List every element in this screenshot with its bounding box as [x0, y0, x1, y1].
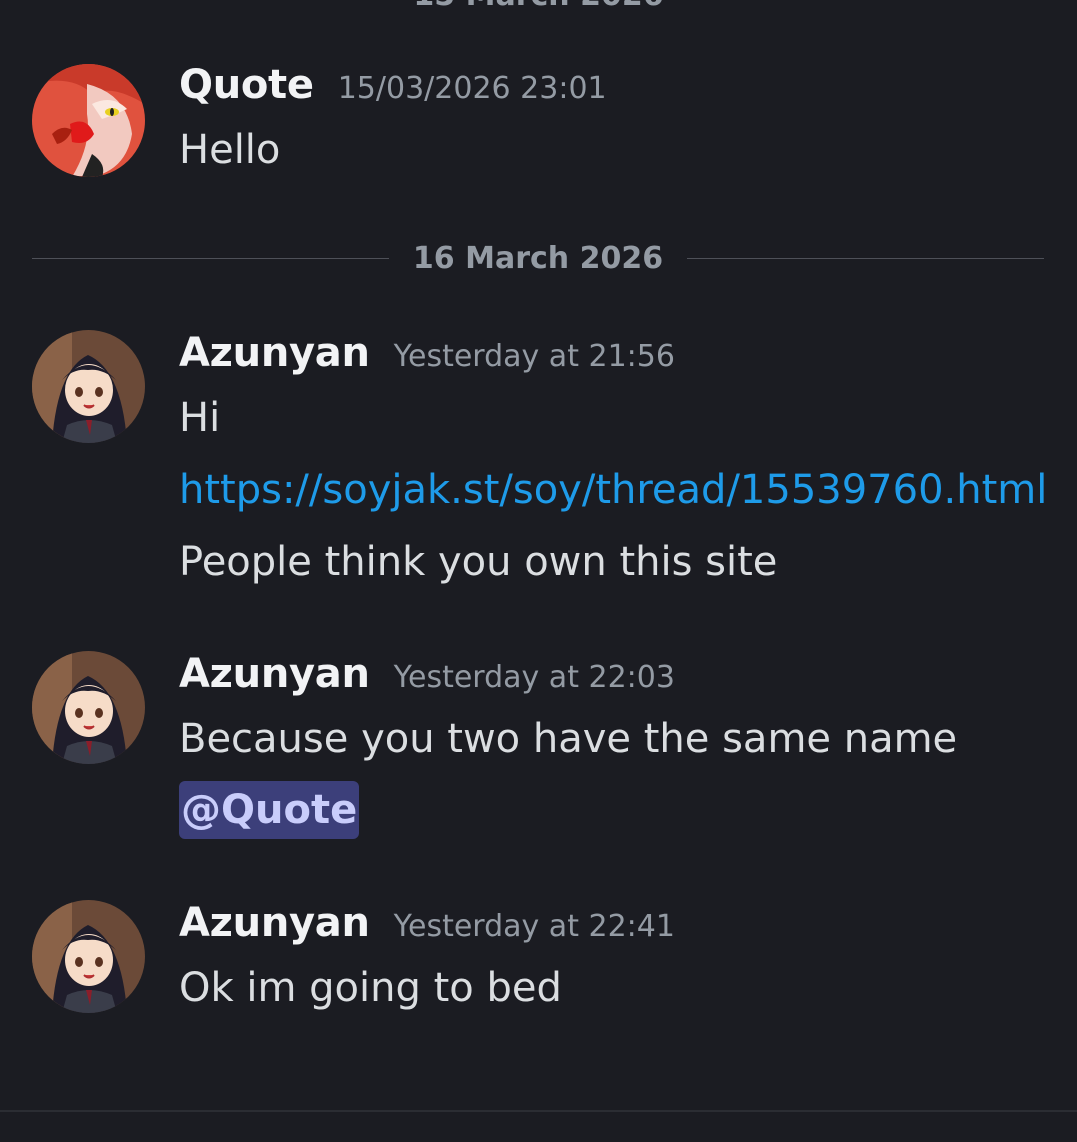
date-divider-label: 16 March 2026	[412, 240, 664, 276]
username[interactable]: Azunyan	[179, 900, 370, 946]
avatar-quote[interactable]	[32, 64, 145, 177]
message-text: People think you own this site	[179, 539, 778, 585]
message-text: Hi	[179, 395, 221, 441]
anime-avatar-icon	[32, 651, 145, 764]
avatar-azunyan[interactable]	[32, 651, 145, 764]
divider-rule-right	[687, 257, 1045, 259]
user-mention[interactable]: @Quote	[179, 781, 360, 839]
username[interactable]: Azunyan	[179, 330, 370, 376]
divider-rule-left	[32, 257, 389, 259]
date-divider: 16 March 2026	[32, 236, 1045, 280]
bottom-toolbar	[0, 1110, 1077, 1142]
timestamp: Yesterday at 21:56	[393, 339, 675, 374]
username[interactable]: Azunyan	[179, 651, 370, 697]
anime-avatar-icon	[32, 900, 145, 1013]
avatar-azunyan[interactable]	[32, 330, 145, 443]
message-text: Because you two have the same name	[179, 716, 958, 762]
date-divider-top: 15 March 2026	[0, 0, 1077, 13]
timestamp: Yesterday at 22:41	[393, 909, 675, 944]
fox-avatar-icon	[32, 64, 145, 177]
chat-view: 15 March 2026 Quote 15/03/2026 23:01 Hel…	[0, 0, 1077, 1142]
timestamp: Yesterday at 22:03	[393, 660, 675, 695]
anime-avatar-icon	[32, 330, 145, 443]
timestamp: 15/03/2026 23:01	[337, 71, 607, 106]
message-text: Hello	[179, 127, 281, 173]
username[interactable]: Quote	[179, 62, 314, 108]
message-text: Ok im going to bed	[179, 965, 562, 1011]
avatar-azunyan[interactable]	[32, 900, 145, 1013]
message-link[interactable]: https://soyjak.st/soy/thread/15539760.ht…	[179, 462, 1057, 518]
